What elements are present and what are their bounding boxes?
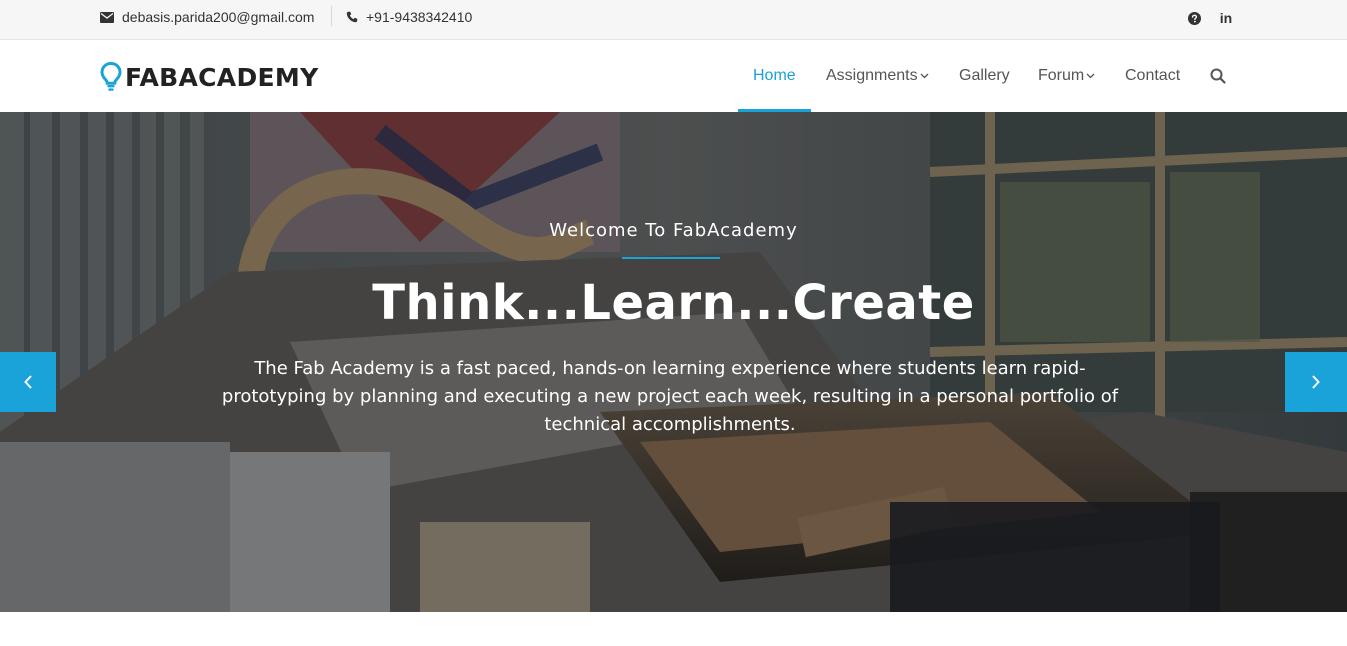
hero-title: Think...Learn...Create — [372, 275, 975, 331]
envelope-icon — [100, 11, 114, 23]
phone-icon — [346, 11, 358, 23]
nav-contact[interactable]: Contact — [1125, 40, 1180, 112]
email-contact[interactable]: debasis.parida200@gmail.com — [100, 0, 314, 34]
help-link[interactable] — [1186, 10, 1202, 26]
content-below-hero — [0, 612, 1347, 646]
hero-description: The Fab Academy is a fast paced, hands-o… — [221, 358, 1119, 435]
slider-next-button[interactable] — [1285, 352, 1347, 412]
nav-forum-label: Forum — [1038, 67, 1085, 84]
hero-slider: Welcome To FabAcademy Think...Learn...Cr… — [0, 112, 1347, 612]
nav-home-label: Home — [753, 67, 796, 84]
search-icon — [1210, 68, 1226, 84]
chevron-right-icon — [1312, 375, 1320, 389]
nav-assignments-label: Assignments — [826, 67, 918, 84]
chevron-down-icon — [1086, 73, 1095, 79]
question-circle-icon — [1187, 11, 1201, 25]
main-header: FABACADEMY Home Assignments Gallery Foru… — [0, 40, 1347, 112]
site-logo[interactable]: FABACADEMY — [100, 60, 318, 94]
nav-home[interactable]: Home — [753, 40, 796, 112]
search-button[interactable] — [1210, 40, 1226, 112]
linkedin-link[interactable]: in — [1218, 10, 1234, 26]
logo-text: FABACADEMY — [125, 62, 319, 92]
lightbulb-icon — [100, 62, 122, 91]
top-bar: debasis.parida200@gmail.com +91-94383424… — [0, 0, 1347, 40]
linkedin-icon: in — [1219, 10, 1233, 26]
slider-prev-button[interactable] — [0, 352, 56, 412]
nav-gallery-label: Gallery — [959, 67, 1010, 84]
nav-gallery[interactable]: Gallery — [959, 40, 1010, 112]
phone-contact[interactable]: +91-9438342410 — [346, 0, 472, 34]
divider — [331, 6, 332, 26]
nav-forum[interactable]: Forum — [1038, 40, 1095, 112]
nav-contact-label: Contact — [1125, 67, 1181, 84]
nav-assignments[interactable]: Assignments — [826, 40, 929, 112]
hero-subtitle: Welcome To FabAcademy — [549, 220, 798, 241]
email-text: debasis.parida200@gmail.com — [122, 9, 315, 25]
chevron-down-icon — [920, 73, 929, 79]
phone-text: +91-9438342410 — [366, 9, 473, 25]
chevron-left-icon — [24, 375, 32, 389]
hero-divider — [622, 257, 720, 259]
